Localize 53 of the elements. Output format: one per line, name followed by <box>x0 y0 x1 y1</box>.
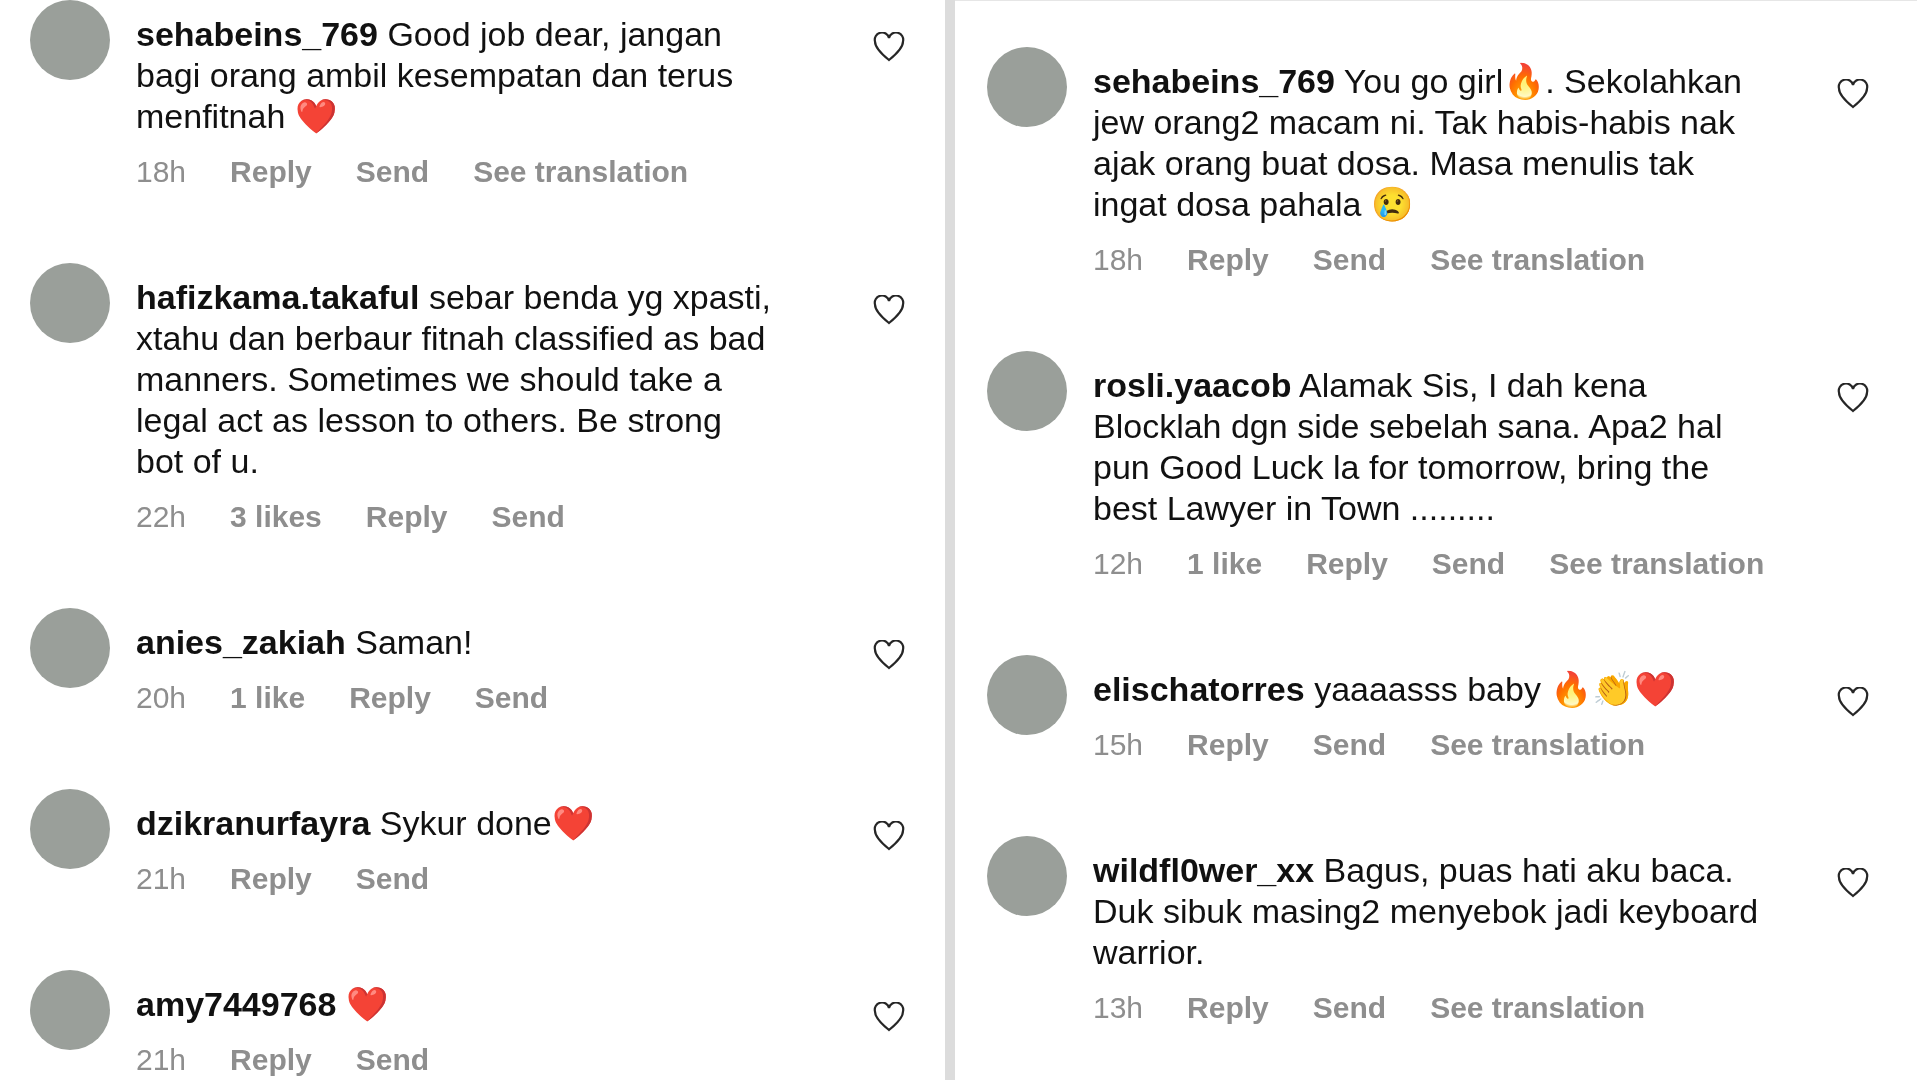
comment-action-link[interactable]: Reply <box>1306 547 1388 581</box>
heart-icon[interactable] <box>873 32 905 62</box>
comment-time: 21h <box>136 862 187 896</box>
comment-text: dzikranurfayra Sykur done❤ <box>136 803 595 844</box>
heart-icon[interactable] <box>1837 79 1869 109</box>
comment-action-link[interactable]: Reply <box>365 500 448 534</box>
comment-time: 21h <box>136 1043 187 1077</box>
comment-text: anies_zakiah Saman! <box>136 622 474 663</box>
comment-action-link[interactable]: See translation <box>1430 243 1646 277</box>
comment-text: sehabeins_769 You go girl🔥. Sekolahkan jew orang2 macam ni. Tak habis-habis nak ajak orang buat dosa. Masa menulis tak ingat dosa pahala 😢 <box>1093 61 1743 225</box>
comment-action-link[interactable]: Send <box>355 862 430 896</box>
comment-time: 13h <box>1093 991 1144 1025</box>
comment-action-link[interactable]: See translation <box>473 155 689 189</box>
comment-action-link[interactable]: Send <box>1312 243 1387 277</box>
comment-action-link[interactable]: Reply <box>1187 728 1269 762</box>
comment-text: hafizkama.takaful sebar benda yg xpasti, xtahu dan berbaur fitnah classified as bad manners. Sometimes we should take a legal act as lesson to others. Be strong bot of u. <box>136 277 772 482</box>
comment-action-link[interactable]: Reply <box>230 1043 312 1077</box>
comment-action-link[interactable]: Send <box>491 500 565 534</box>
comment-time: 22h <box>136 500 187 534</box>
comment-text: rosli.yaacob Alamak Sis, I dah kena Blocklah dgn side sebelah sana. Apa2 hal pun Good Luck la for tomorrow, bring the best Lawyer in Town ......... <box>1093 365 1724 529</box>
comment-action-link[interactable]: Reply <box>230 155 312 189</box>
comment-action-link[interactable]: 1 like <box>230 681 306 715</box>
comment-action-link[interactable]: 3 likes <box>230 500 322 534</box>
comment-action-link[interactable]: Send <box>355 1043 430 1077</box>
comment-text: wildfl0wer_xx Bagus, puas hati aku baca. Duk sibuk masing2 menyebok jadi keyboard warrior. <box>1093 850 1760 973</box>
comment-action-link[interactable]: See translation <box>1430 728 1646 762</box>
comment-action-link[interactable]: See translation <box>1549 547 1765 581</box>
comment-time: 12h <box>1093 547 1144 581</box>
comment-action-link[interactable]: Reply <box>1187 243 1269 277</box>
heart-icon[interactable] <box>873 295 905 325</box>
comment-time: 18h <box>136 155 187 189</box>
heart-icon[interactable] <box>1837 687 1869 717</box>
comment-action-link[interactable]: Reply <box>230 862 312 896</box>
comment-time: 20h <box>136 681 187 715</box>
comment-text: sehabeins_769 Good job dear, jangan bagi orang ambil kesempatan dan terus menfitnah ❤ <box>136 14 735 137</box>
comment-time: 15h <box>1093 728 1144 762</box>
comment-action-link[interactable]: Send <box>1312 728 1387 762</box>
comment-text: elischatorres yaaaasss baby 🔥👏❤ <box>1093 669 1678 710</box>
heart-icon[interactable] <box>873 1002 905 1032</box>
comment-action-link[interactable]: Reply <box>349 681 431 715</box>
comment-time: 18h <box>1093 243 1144 277</box>
heart-icon[interactable] <box>873 640 905 670</box>
comment-action-link[interactable]: Reply <box>1187 991 1269 1025</box>
comment-action-link[interactable]: 1 like <box>1187 547 1263 581</box>
comment-action-link[interactable]: Send <box>1431 547 1506 581</box>
heart-icon[interactable] <box>873 821 905 851</box>
comment-action-link[interactable]: Send <box>474 681 549 715</box>
comment-text: amy7449768 ❤ <box>136 984 389 1025</box>
heart-icon[interactable] <box>1837 383 1869 413</box>
heart-icon[interactable] <box>1837 868 1869 898</box>
comment-action-link[interactable]: Send <box>355 155 430 189</box>
comment-action-link[interactable]: Send <box>1312 991 1387 1025</box>
comment-action-link[interactable]: See translation <box>1430 991 1646 1025</box>
